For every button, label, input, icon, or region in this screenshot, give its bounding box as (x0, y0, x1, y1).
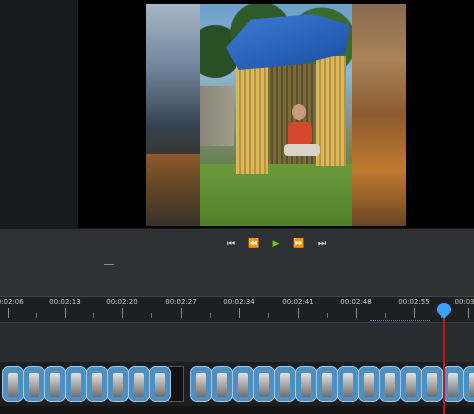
clip-thumbnail[interactable] (442, 366, 464, 402)
clip-thumbnail[interactable] (400, 366, 422, 402)
fast-forward-button[interactable]: ⏩ (290, 237, 308, 251)
clip-thumbnail[interactable] (2, 366, 24, 402)
ruler-tick (468, 308, 469, 318)
ruler-label: 00:02:13 (49, 298, 81, 306)
person-head (292, 104, 306, 120)
ruler-minor-tick (93, 313, 94, 318)
timeline-track-empty[interactable] (0, 322, 474, 364)
skip-to-end-button[interactable]: ⏭ (313, 237, 331, 251)
ruler-minor-tick (151, 313, 152, 318)
clip-thumbnail[interactable] (295, 366, 317, 402)
clip-thumbnail[interactable] (128, 366, 150, 402)
ruler-tick (181, 308, 182, 318)
clip-thumbnail[interactable] (463, 366, 474, 402)
hut-right (316, 56, 346, 166)
transition-strip-left (146, 4, 200, 226)
ruler-minor-tick (327, 313, 328, 318)
ruler-label: 00:02:34 (223, 298, 255, 306)
hut-left (236, 56, 268, 174)
track-marker (370, 320, 430, 325)
skip-to-start-button[interactable]: ⏮ (222, 237, 240, 251)
stone-wall (200, 86, 234, 146)
media-panel (0, 0, 79, 228)
divider (104, 264, 114, 265)
ruler-tick (356, 308, 357, 318)
ruler-tick (8, 308, 9, 318)
clip-thumbnail[interactable] (149, 366, 171, 402)
ruler-tick (65, 308, 66, 318)
clip-thumbnail[interactable] (23, 366, 45, 402)
clip-thumbnail[interactable] (337, 366, 359, 402)
ruler-label: 00:02:20 (106, 298, 138, 306)
person-body (288, 122, 312, 144)
ruler-label: 00:02:41 (282, 298, 314, 306)
clip-thumbnail[interactable] (211, 366, 233, 402)
clip-thumbnail[interactable] (65, 366, 87, 402)
grass (200, 164, 352, 226)
ruler-minor-tick (36, 313, 37, 318)
clip-thumbnail[interactable] (86, 366, 108, 402)
clip-thumbnail[interactable] (232, 366, 254, 402)
clip-thumbnail[interactable] (421, 366, 443, 402)
playback-controls: ⏮ ⏪ ▶ ⏩ ⏭ (0, 228, 474, 297)
ruler-label: 00:02:27 (165, 298, 197, 306)
clip-thumbnail[interactable] (274, 366, 296, 402)
preview-photo (200, 4, 352, 226)
clip-thumbnail[interactable] (107, 366, 129, 402)
person-legs (284, 144, 320, 156)
ruler-tick (122, 308, 123, 318)
clip-thumbnail[interactable] (253, 366, 275, 402)
timeline-clip-track[interactable] (0, 362, 474, 406)
ruler-minor-tick (210, 313, 211, 318)
clip-thumbnail[interactable] (190, 366, 212, 402)
preview-frame-image (146, 4, 406, 226)
rewind-button[interactable]: ⏪ (245, 237, 263, 251)
ruler-minor-tick (268, 313, 269, 318)
ruler-label: 00:02:48 (340, 298, 372, 306)
ruler-label: 00:02:06 (0, 298, 24, 306)
ruler-label: 00:03:0 (454, 298, 474, 306)
clip-thumbnail[interactable] (379, 366, 401, 402)
clip-thumbnail[interactable] (316, 366, 338, 402)
clip-thumbnail[interactable] (358, 366, 380, 402)
preview-area (0, 0, 474, 228)
ruler-minor-tick (385, 313, 386, 318)
timeline-scrollbar[interactable] (0, 406, 474, 414)
ruler-tick (239, 308, 240, 318)
timeline-ruler[interactable]: 00:02:06 00:02:13 00:02:20 00:02:27 00:0… (0, 296, 474, 323)
clip-thumbnail[interactable] (44, 366, 66, 402)
ruler-tick (298, 308, 299, 318)
play-button[interactable]: ▶ (267, 237, 285, 251)
transition-strip-right (352, 4, 406, 226)
ruler-tick (414, 308, 415, 318)
playhead-line (443, 318, 445, 414)
ruler-label: 00:02:55 (398, 298, 430, 306)
